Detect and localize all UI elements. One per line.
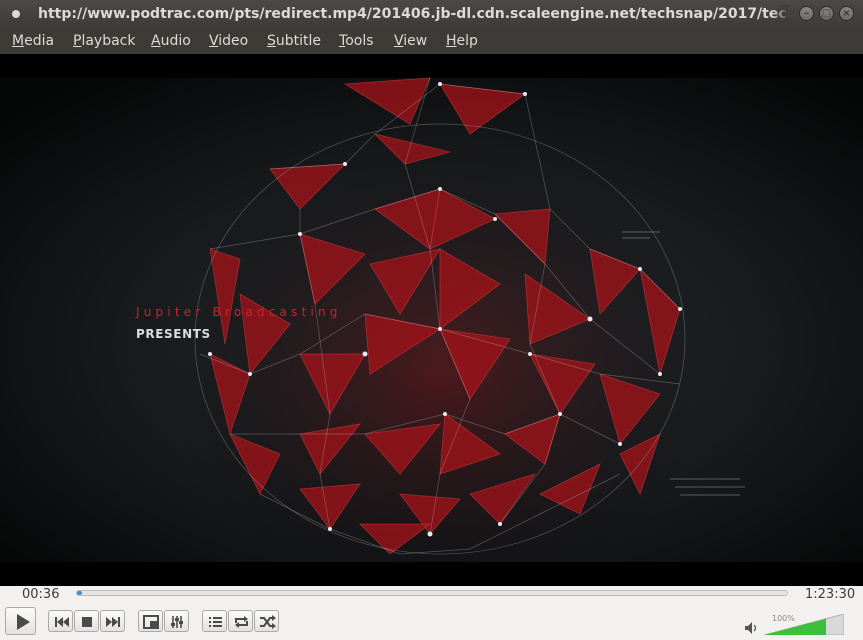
video-presents-text: PRESENTS	[136, 327, 211, 341]
minimize-button[interactable]: –	[799, 6, 814, 21]
video-brand-text: Jupiter Broadcasting	[135, 305, 342, 319]
loop-icon	[235, 616, 248, 628]
window-title: http://www.podtrac.com/pts/redirect.mp4/…	[38, 5, 790, 23]
skip-next-icon	[106, 617, 120, 627]
playlist-icon	[209, 617, 222, 627]
total-time[interactable]: 1:23:30	[805, 587, 855, 603]
fullscreen-button[interactable]	[138, 610, 163, 632]
playlist-button[interactable]	[202, 610, 227, 632]
fullscreen-icon	[143, 615, 159, 629]
play-button[interactable]	[5, 607, 36, 635]
play-icon	[17, 614, 30, 630]
elapsed-time[interactable]: 00:36	[22, 587, 59, 603]
menu-help[interactable]: Help	[446, 32, 478, 50]
close-button[interactable]: ×	[839, 6, 854, 21]
menu-subtitle[interactable]: Subtitle	[267, 32, 321, 50]
menu-audio[interactable]: Audio	[151, 32, 191, 50]
volume-triangle	[763, 613, 845, 636]
seek-progress	[77, 591, 82, 595]
speaker-icon	[745, 622, 757, 634]
extended-settings-button[interactable]	[164, 610, 189, 632]
video-frame: Jupiter Broadcasting PRESENTS	[0, 54, 863, 586]
video-surface[interactable]: Jupiter Broadcasting PRESENTS	[0, 54, 863, 586]
menu-media[interactable]: Media	[12, 32, 54, 50]
seek-slider[interactable]	[76, 590, 788, 596]
shuffle-icon	[260, 615, 276, 629]
menu-playback[interactable]: Playback	[73, 32, 135, 50]
equalizer-icon	[171, 616, 183, 628]
menu-tools[interactable]: Tools	[339, 32, 374, 50]
volume-slider[interactable]	[763, 613, 845, 636]
menu-video[interactable]: Video	[209, 32, 248, 50]
previous-button[interactable]	[48, 610, 73, 632]
loop-button[interactable]	[228, 610, 253, 632]
skip-previous-icon	[55, 617, 69, 627]
window-menu-icon[interactable]	[12, 10, 20, 18]
menu-bar: Media Playback Audio Video Subtitle Tool…	[0, 29, 863, 54]
maximize-button[interactable]: □	[819, 6, 834, 21]
stop-button[interactable]	[74, 610, 99, 632]
stop-icon	[82, 617, 92, 627]
next-button[interactable]	[100, 610, 125, 632]
menu-view[interactable]: View	[394, 32, 427, 50]
random-button[interactable]	[254, 610, 279, 632]
mute-button[interactable]	[744, 620, 760, 636]
title-bar: http://www.podtrac.com/pts/redirect.mp4/…	[0, 0, 863, 29]
